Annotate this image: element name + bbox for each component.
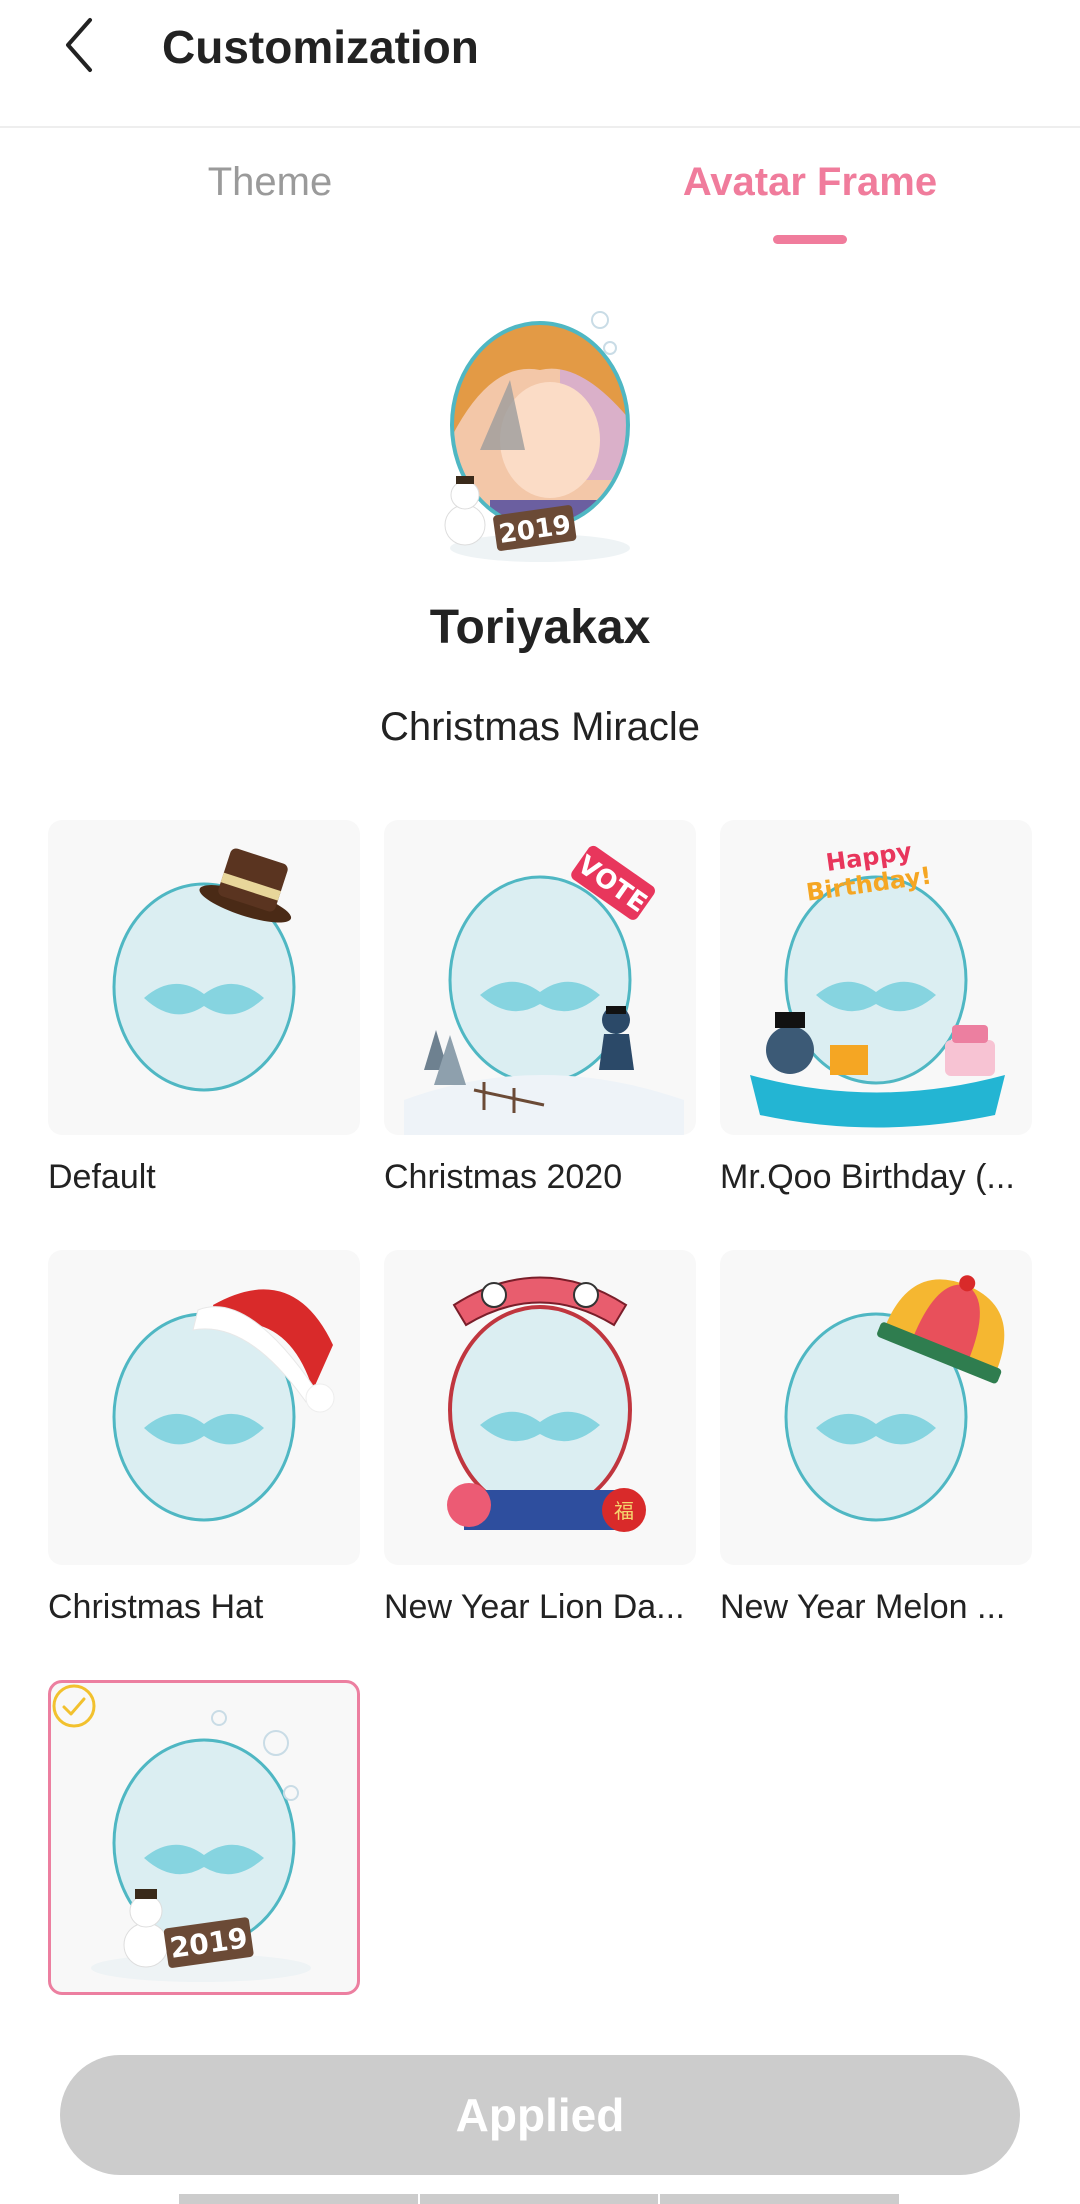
frame-card-new-year-melon[interactable] xyxy=(720,1250,1032,1565)
active-tab-indicator xyxy=(773,235,847,244)
frame-label: Default xyxy=(48,1158,156,1196)
tab-theme[interactable]: Theme xyxy=(0,160,540,205)
frame-label: New Year Melon ... xyxy=(720,1588,1006,1626)
lion-dance-frame-image: 福 xyxy=(447,1276,646,1532)
framed-avatar-image: 2019 xyxy=(444,311,630,562)
tab-bar: Theme Avatar Frame xyxy=(0,130,1080,250)
default-frame-image xyxy=(112,848,296,1092)
christmas-hat-frame-image xyxy=(112,1289,335,1522)
frame-label: New Year Lion Da... xyxy=(384,1588,685,1626)
frame-card-christmas-2020[interactable]: VOTE xyxy=(384,820,696,1135)
selected-check-icon xyxy=(52,1684,96,1728)
frame-card-new-year-lion-dance[interactable]: 福 xyxy=(384,1250,696,1565)
back-button[interactable] xyxy=(50,10,110,80)
applied-button[interactable]: Applied xyxy=(60,2055,1020,2175)
frame-label: Christmas 2020 xyxy=(384,1158,623,1196)
christmas-2020-frame-image: VOTE xyxy=(404,845,684,1135)
frame-label: Mr.Qoo Birthday (... xyxy=(720,1158,1015,1196)
frame-label: Christmas Hat xyxy=(48,1588,264,1626)
frame-card-christmas-hat[interactable] xyxy=(48,1250,360,1565)
home-indicator xyxy=(178,2194,900,2204)
frame-card-mrqoo-birthday[interactable]: Happy Birthday! xyxy=(720,820,1032,1135)
header-bar: Customization xyxy=(0,0,1080,128)
tab-avatar-frame[interactable]: Avatar Frame xyxy=(540,160,1080,205)
svg-text:福: 福 xyxy=(614,1499,634,1523)
current-frame-name: Christmas Miracle xyxy=(379,705,701,749)
melon-hat-frame-image xyxy=(784,1275,1005,1522)
username: Toriyakax xyxy=(429,601,651,654)
frame-card-default[interactable] xyxy=(48,820,360,1135)
chevron-left-icon xyxy=(66,18,92,72)
page-title: Customization xyxy=(162,21,479,73)
frame-card-christmas-miracle[interactable]: 2019 xyxy=(48,1680,360,1995)
mrqoo-birthday-frame-image: Happy Birthday! xyxy=(750,837,1005,1128)
avatar-preview: 2019 xyxy=(430,300,660,570)
christmas-miracle-frame-image: 2019 xyxy=(91,1710,311,1982)
